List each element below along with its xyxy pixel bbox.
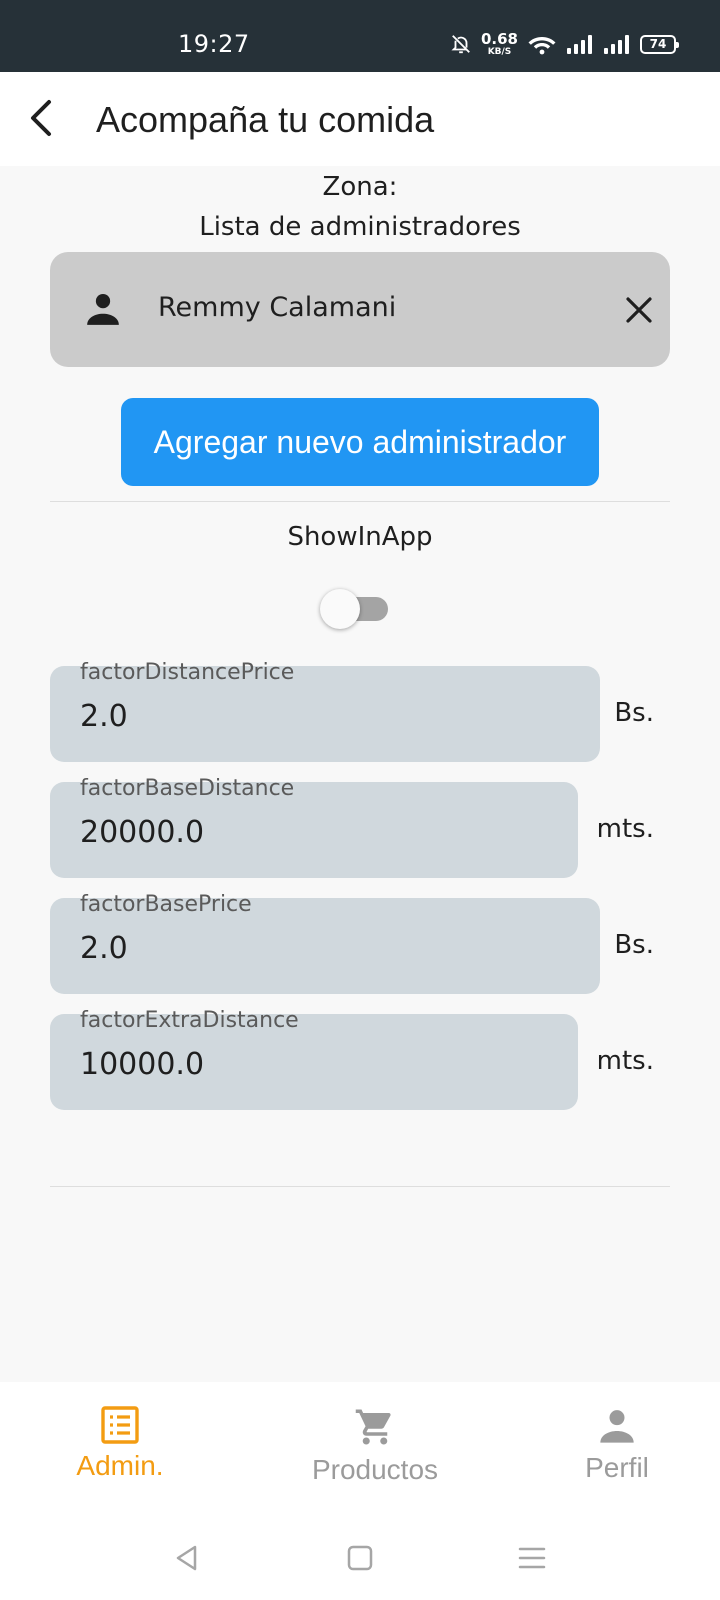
field-unit: Bs. [614, 930, 654, 960]
zone-label: Zona: [322, 172, 398, 202]
nav-item-perfil[interactable]: Perfil [497, 1382, 720, 1512]
network-speed: 0.68 KB/S [480, 29, 518, 57]
divider [50, 1186, 670, 1187]
network-speed-unit: KB/S [487, 46, 512, 57]
toggle-thumb [320, 589, 360, 629]
status-time: 19:27 [178, 30, 250, 58]
person-icon [87, 293, 119, 325]
cart-icon [355, 1409, 391, 1445]
show-in-app-toggle[interactable] [320, 589, 394, 629]
field-value: 20000.0 [80, 815, 205, 850]
status-bar: 19:27 0.68 KB/S 74 [0, 0, 720, 72]
admins-heading: Lista de administradores [199, 212, 521, 242]
field-value: 2.0 [80, 699, 128, 734]
battery-icon: 74 [640, 34, 679, 54]
system-navigation [0, 1512, 720, 1600]
nav-item-admin[interactable]: Admin. [0, 1382, 240, 1512]
back-arrow-icon [31, 100, 51, 136]
nav-label: Perfil [585, 1452, 649, 1483]
nav-label: Admin. [76, 1450, 164, 1481]
system-home-button[interactable] [336, 1534, 384, 1582]
page-title: Acompaña tu comida [96, 99, 435, 140]
status-icons: 0.68 KB/S 74 [450, 29, 679, 58]
bottom-navigation: Admin. Productos Perfil [0, 1382, 720, 1512]
nav-label: Productos [311, 1454, 439, 1485]
field-unit: mts. [596, 814, 654, 844]
wifi-icon [528, 37, 556, 55]
square-home-icon [347, 1545, 373, 1571]
factor-base-distance-field[interactable]: factorBaseDistance 20000.0 [50, 776, 578, 878]
app-bar: Acompaña tu comida [0, 72, 720, 166]
factor-base-price-field[interactable]: factorBasePrice 2.0 [50, 892, 600, 994]
network-speed-value: 0.68 [480, 29, 518, 48]
add-admin-button[interactable]: Agregar nuevo administrador [121, 398, 599, 486]
triangle-back-icon [176, 1545, 197, 1571]
field-unit: Bs. [614, 698, 654, 728]
admin-name: Remmy Calamani [158, 292, 397, 323]
field-unit: mts. [596, 1046, 654, 1076]
field-value: 10000.0 [80, 1047, 205, 1082]
signal-icon [567, 35, 592, 54]
remove-admin-button[interactable] [615, 286, 663, 334]
menu-icon [518, 1547, 546, 1569]
factor-distance-price-field[interactable]: factorDistancePrice 2.0 [50, 660, 600, 762]
system-back-button[interactable] [163, 1534, 211, 1582]
factor-extra-distance-field[interactable]: factorExtraDistance 10000.0 [50, 1008, 578, 1110]
back-button[interactable] [18, 94, 66, 142]
show-in-app-label: ShowInApp [287, 522, 433, 552]
field-label: factorExtraDistance [80, 1008, 299, 1033]
system-menu-button[interactable] [508, 1534, 556, 1582]
field-label: factorBaseDistance [80, 776, 295, 801]
field-label: factorBasePrice [80, 892, 252, 917]
signal-icon [604, 35, 629, 54]
close-icon [626, 297, 652, 323]
list-icon [101, 1406, 139, 1444]
admin-list-item: Remmy Calamani [50, 252, 670, 367]
bell-off-icon [451, 35, 470, 54]
person-icon [600, 1410, 634, 1443]
nav-item-productos[interactable]: Productos [255, 1382, 495, 1512]
field-label: factorDistancePrice [80, 660, 295, 685]
field-value: 2.0 [80, 931, 128, 966]
divider [50, 501, 670, 502]
